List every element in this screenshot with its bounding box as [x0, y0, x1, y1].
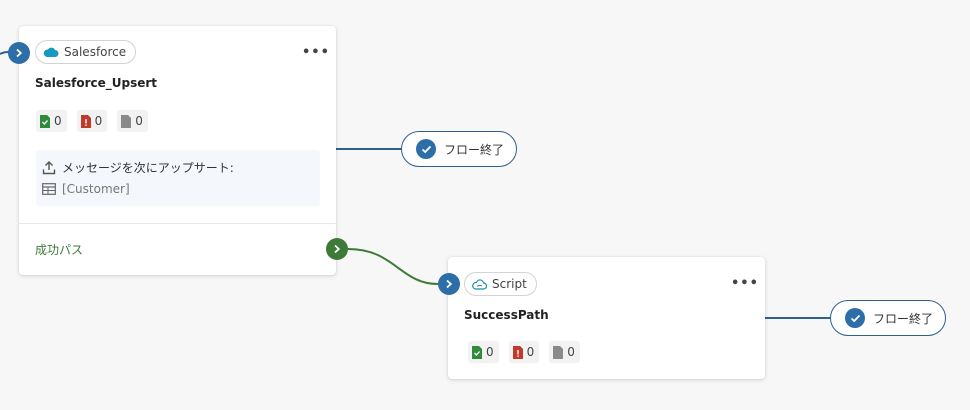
chevron-right-icon [334, 244, 341, 254]
success-file-icon [40, 114, 50, 128]
error-file-icon [512, 345, 523, 359]
upload-icon [42, 160, 56, 174]
salesforce-more-button[interactable]: ••• [302, 46, 330, 59]
error-count-badge: 0 [508, 341, 540, 363]
success-count-badge: 0 [468, 341, 499, 363]
success-count: 0 [54, 114, 62, 128]
skipped-file-icon [553, 345, 564, 359]
target-table-line: [Customer] [42, 182, 130, 196]
script-type-label: Script [492, 277, 527, 291]
table-icon [42, 183, 56, 195]
chevron-right-icon [446, 279, 453, 289]
salesforce-type-chip: Salesforce [35, 40, 137, 64]
flow-end-label: フロー終了 [873, 311, 934, 326]
success-count-badge: 0 [36, 110, 67, 132]
success-file-icon [472, 345, 482, 359]
skipped-count-badge: 0 [549, 341, 580, 363]
node-divider [19, 223, 336, 224]
script-counts: 0 0 0 [468, 341, 580, 363]
check-circle-icon [845, 308, 865, 328]
salesforce-cloud-icon [43, 47, 59, 58]
salesforce-node-title: Salesforce_Upsert [35, 76, 158, 90]
skipped-count: 0 [135, 114, 143, 128]
error-count-badge: 0 [76, 110, 108, 132]
skipped-count: 0 [567, 345, 575, 359]
salesforce-counts: 0 0 0 [36, 110, 148, 132]
connector-success-to-script [347, 248, 439, 285]
upsert-message-label: メッセージを次にアップサート: [62, 161, 234, 175]
script-more-button[interactable]: ••• [731, 277, 759, 290]
error-count: 0 [526, 345, 535, 359]
flow-end-node-2[interactable]: フロー終了 [830, 300, 947, 336]
flow-end-label: フロー終了 [444, 142, 505, 157]
error-count: 0 [94, 114, 103, 128]
chevron-right-icon [16, 48, 23, 58]
flow-end-node-1[interactable]: フロー終了 [401, 131, 518, 167]
skipped-file-icon [121, 114, 132, 128]
skipped-count-badge: 0 [117, 110, 148, 132]
salesforce-input-handle[interactable] [8, 42, 30, 64]
script-node[interactable]: Script ••• SuccessPath 0 0 0 [448, 257, 765, 379]
success-path-output-handle[interactable] [326, 238, 348, 260]
salesforce-upsert-node[interactable]: Salesforce ••• Salesforce_Upsert 0 0 0 メ… [19, 26, 336, 275]
success-count: 0 [486, 345, 494, 359]
check-circle-icon [416, 139, 436, 159]
script-icon [472, 278, 487, 290]
upsert-message-line: メッセージを次にアップサート: [42, 159, 234, 176]
script-type-chip: Script [464, 272, 537, 296]
upsert-message-box: メッセージを次にアップサート: [Customer] [36, 150, 320, 206]
script-input-handle[interactable] [438, 273, 460, 295]
salesforce-type-label: Salesforce [64, 45, 127, 59]
success-path-label: 成功パス [35, 243, 84, 257]
script-node-title: SuccessPath [464, 308, 549, 322]
error-file-icon [80, 114, 91, 128]
target-table-name: [Customer] [62, 182, 130, 196]
